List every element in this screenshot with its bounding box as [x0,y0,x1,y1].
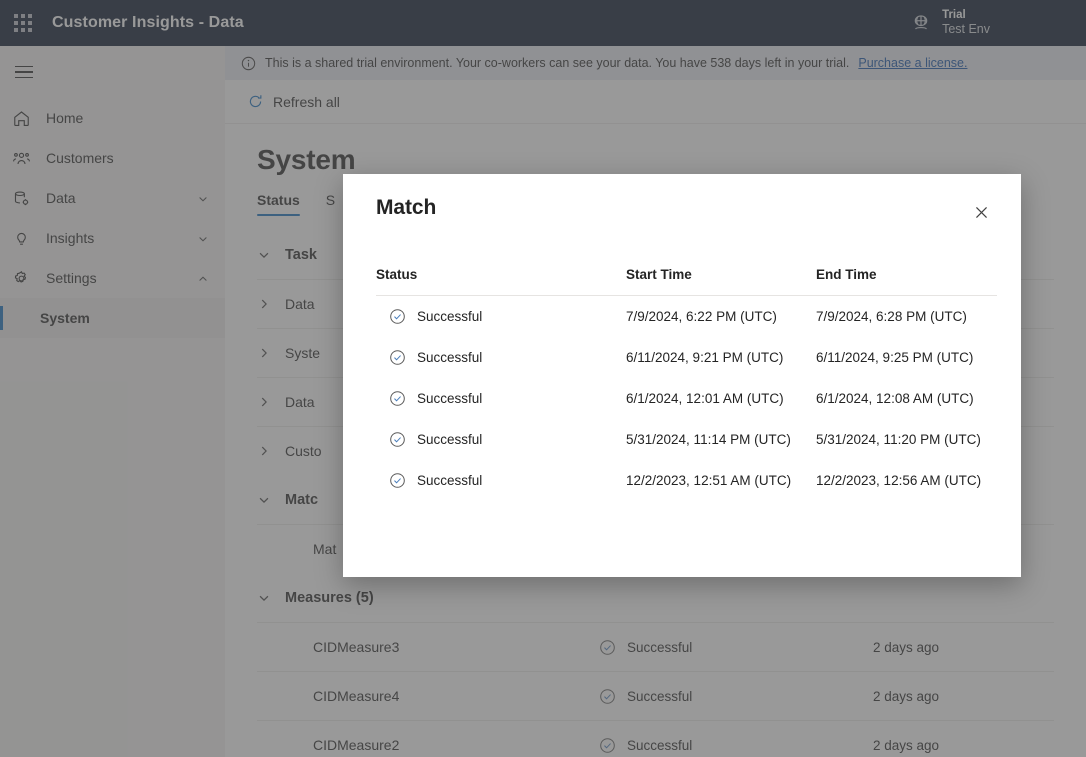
cell-start-time: 12/2/2023, 12:51 AM (UTC) [626,473,792,488]
status-label: Successful [417,309,483,324]
column-header-start-time: Start Time [626,267,692,282]
match-dialog: Match Status Start Time End Time Success… [343,174,1021,577]
cell-status: Successful [376,296,626,338]
dialog-body: Status Start Time End Time Successful 7/… [343,267,1021,501]
cell-start-time: 7/9/2024, 6:22 PM (UTC) [626,309,777,324]
status-label: Successful [417,391,483,406]
cell-end-time: 5/31/2024, 11:20 PM (UTC) [816,432,981,447]
close-icon[interactable] [965,196,997,228]
run-history-table: Status Start Time End Time Successful 7/… [376,267,997,501]
check-circle-icon [389,431,406,448]
cell-start-time: 6/1/2024, 12:01 AM (UTC) [626,391,784,406]
table-row[interactable]: Successful 6/11/2024, 9:21 PM (UTC) 6/11… [376,337,997,378]
table-row[interactable]: Successful 5/31/2024, 11:14 PM (UTC) 5/3… [376,419,997,460]
column-header-status: Status [376,267,418,282]
status-label: Successful [417,432,483,447]
table-body: Successful 7/9/2024, 6:22 PM (UTC) 7/9/2… [376,296,997,502]
status-label: Successful [417,350,483,365]
cell-status: Successful [376,460,626,501]
table-head: Status Start Time End Time [376,267,997,296]
cell-start-time: 6/11/2024, 9:21 PM (UTC) [626,350,784,365]
check-circle-icon [389,472,406,489]
check-circle-icon [389,390,406,407]
cell-end-time: 6/1/2024, 12:08 AM (UTC) [816,391,974,406]
app-root: Customer Insights - Data Trial Test Env [0,0,1086,757]
table-header-row: Status Start Time End Time [376,267,997,296]
cell-status: Successful [376,337,626,378]
check-circle-icon [389,308,406,325]
table-row[interactable]: Successful 12/2/2023, 12:51 AM (UTC) 12/… [376,460,997,501]
cell-status: Successful [376,378,626,419]
status-label: Successful [417,473,483,488]
cell-end-time: 12/2/2023, 12:56 AM (UTC) [816,473,982,488]
cell-end-time: 6/11/2024, 9:25 PM (UTC) [816,350,974,365]
table-row[interactable]: Successful 7/9/2024, 6:22 PM (UTC) 7/9/2… [376,296,997,338]
column-header-end-time: End Time [816,267,877,282]
cell-start-time: 5/31/2024, 11:14 PM (UTC) [626,432,791,447]
check-circle-icon [389,349,406,366]
dialog-header: Match [343,174,1021,228]
cell-end-time: 7/9/2024, 6:28 PM (UTC) [816,309,967,324]
table-row[interactable]: Successful 6/1/2024, 12:01 AM (UTC) 6/1/… [376,378,997,419]
dialog-title: Match [376,196,437,219]
cell-status: Successful [376,419,626,460]
